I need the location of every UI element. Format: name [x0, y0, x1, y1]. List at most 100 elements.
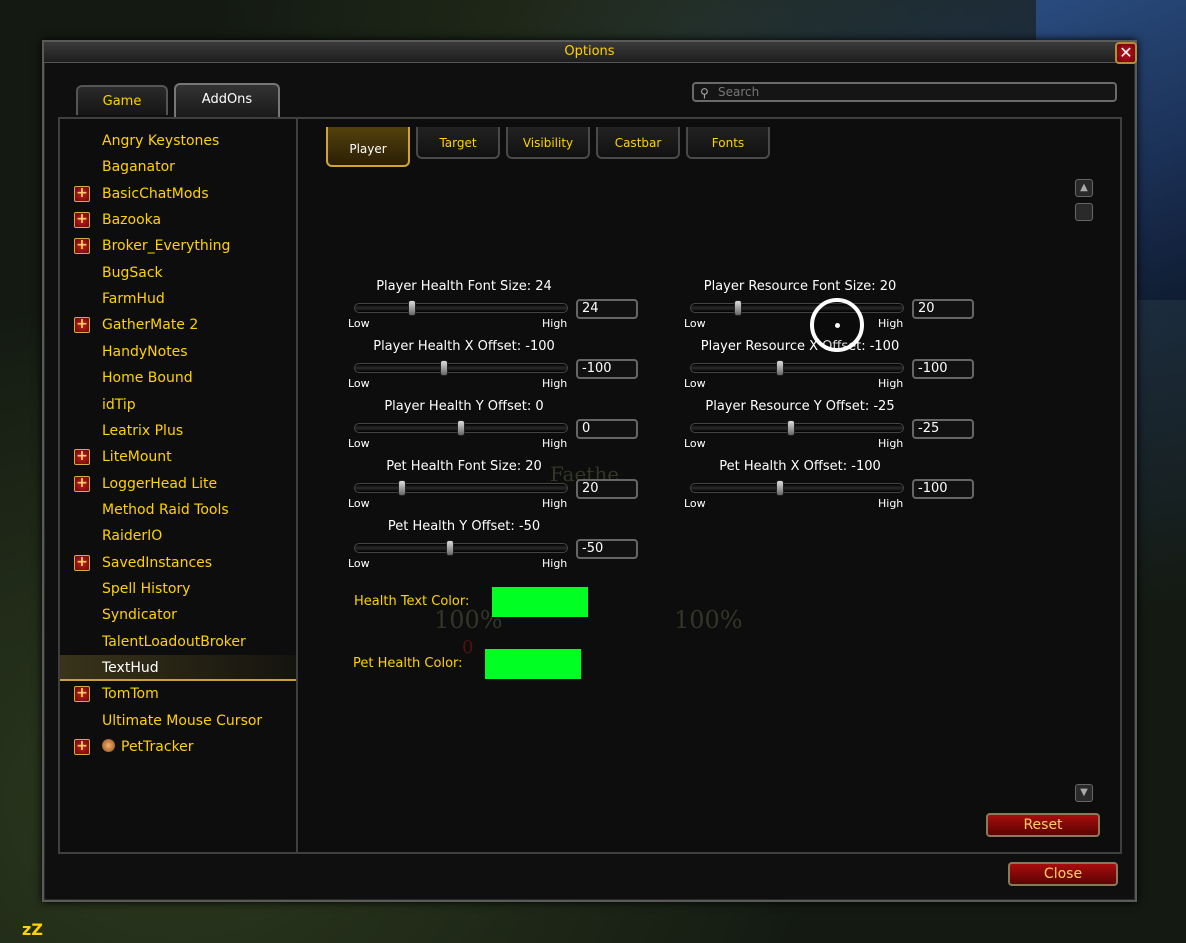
expand-plus-icon[interactable]: +: [74, 185, 90, 202]
expand-plus-icon[interactable]: +: [74, 317, 90, 334]
list-item[interactable]: + LiteMount: [60, 444, 296, 470]
tab-game[interactable]: Game: [76, 85, 168, 115]
list-item[interactable]: RaiderIO: [60, 523, 296, 549]
list-item[interactable]: + LoggerHead Lite: [60, 471, 296, 497]
health-text-color-swatch[interactable]: [492, 587, 588, 617]
slider-track[interactable]: [690, 480, 904, 496]
slider-thumb[interactable]: [446, 540, 455, 556]
list-item[interactable]: Ultimate Mouse Cursor: [60, 708, 296, 734]
bg-zero: 0: [462, 637, 474, 658]
pet-health-color-swatch[interactable]: [485, 649, 581, 679]
slider-value-input[interactable]: -100: [912, 359, 974, 379]
list-item[interactable]: + BasicChatMods: [60, 181, 296, 207]
slider-low-label: Low: [348, 377, 370, 390]
list-item[interactable]: Baganator: [60, 154, 296, 180]
list-item-label: PetTracker: [121, 739, 194, 756]
slider-thumb[interactable]: [786, 420, 795, 436]
list-item[interactable]: HandyNotes: [60, 339, 296, 365]
options-content: Angry Keystones Baganator + BasicChatMods + B…: [58, 117, 1122, 854]
subtab-visibility[interactable]: Visibility: [506, 127, 590, 159]
slider-track[interactable]: [690, 420, 904, 436]
slider-thumb[interactable]: [440, 360, 449, 376]
slider-value-input[interactable]: 0: [576, 419, 638, 439]
addon-list[interactable]: Angry Keystones Baganator + BasicChatMods + B…: [60, 119, 298, 852]
slider-track[interactable]: [354, 480, 568, 496]
slider-high-label: High: [542, 497, 568, 510]
subtab-fonts[interactable]: Fonts: [686, 127, 770, 159]
list-item[interactable]: Leatrix Plus: [60, 418, 296, 444]
list-item[interactable]: + GatherMate 2: [60, 312, 296, 338]
slider-thumb[interactable]: [776, 480, 785, 496]
list-item[interactable]: FarmHud: [60, 286, 296, 312]
list-item[interactable]: TalentLoadoutBroker: [60, 629, 296, 655]
list-item[interactable]: Spell History: [60, 576, 296, 602]
slider-track[interactable]: [690, 300, 904, 316]
slider-label: Player Resource Font Size: 20: [703, 279, 897, 294]
window-title: Options: [44, 42, 1135, 63]
list-item[interactable]: Method Raid Tools: [60, 497, 296, 523]
slider-label: Player Resource X Offset: -100: [700, 339, 900, 354]
list-item-label: BugSack: [102, 264, 163, 281]
expand-plus-icon[interactable]: +: [74, 475, 90, 492]
slider-thumb[interactable]: [733, 300, 742, 316]
list-item[interactable]: + TomTom: [60, 681, 296, 707]
scroll-down-icon[interactable]: ▼: [1075, 784, 1093, 802]
list-item[interactable]: + Broker_Everything: [60, 233, 296, 259]
expand-plus-icon[interactable]: +: [74, 212, 90, 229]
pet-health-color-label: Pet Health Color:: [353, 656, 463, 671]
close-icon[interactable]: ✕: [1115, 42, 1137, 64]
slider-thumb[interactable]: [776, 360, 785, 376]
slider-value-input[interactable]: -100: [912, 479, 974, 499]
slider-value-input[interactable]: 20: [576, 479, 638, 499]
slider-low-label: Low: [348, 497, 370, 510]
search-input[interactable]: ⚲ Search: [692, 82, 1117, 102]
slider-thumb[interactable]: [457, 420, 465, 436]
subtab-castbar[interactable]: Castbar: [596, 127, 680, 159]
slider-track[interactable]: [690, 360, 904, 376]
slider-track[interactable]: [354, 360, 568, 376]
list-item[interactable]: Home Bound: [60, 365, 296, 391]
slider-value-input[interactable]: -50: [576, 539, 638, 559]
list-item[interactable]: idTip: [60, 392, 296, 418]
slider-label: Player Health Font Size: 24: [376, 279, 552, 294]
list-item[interactable]: Syndicator: [60, 602, 296, 628]
list-item[interactable]: TextHud: [60, 655, 296, 681]
health-text-color-label: Health Text Color:: [354, 594, 470, 609]
expand-plus-icon[interactable]: +: [74, 739, 90, 756]
tab-addons[interactable]: AddOns: [174, 83, 280, 117]
list-item[interactable]: Angry Keystones: [60, 128, 296, 154]
scroll-up-icon[interactable]: ▲: [1075, 179, 1093, 197]
slider-thumb[interactable]: [397, 480, 406, 496]
expand-plus-icon[interactable]: +: [74, 554, 90, 571]
slider-label: Pet Health X Offset: -100: [719, 459, 881, 474]
slider-low-label: Low: [348, 437, 370, 450]
list-item-label: SavedInstances: [102, 554, 213, 571]
list-item-label: Ultimate Mouse Cursor: [102, 712, 263, 729]
slider-low-label: Low: [348, 317, 370, 330]
slider-track[interactable]: [354, 420, 568, 436]
list-item-label: Spell History: [102, 580, 191, 597]
list-item-label: Bazooka: [102, 212, 162, 229]
slider-value-input[interactable]: -25: [912, 419, 974, 439]
slider-value-input[interactable]: 20: [912, 299, 974, 319]
slider-thumb[interactable]: [408, 300, 417, 316]
subtab-target[interactable]: Target: [416, 127, 500, 159]
close-button[interactable]: Close: [1008, 862, 1118, 886]
slider-track[interactable]: [354, 300, 568, 316]
subtab-player[interactable]: Player: [326, 127, 410, 167]
list-item[interactable]: + SavedInstances: [60, 550, 296, 576]
expand-plus-icon[interactable]: +: [74, 686, 90, 703]
scroll-thumb[interactable]: [1075, 203, 1093, 221]
reset-button[interactable]: Reset: [986, 813, 1100, 837]
slider-label: Player Health X Offset: -100: [373, 339, 555, 354]
slider-value-input[interactable]: 24: [576, 299, 638, 319]
slider-track[interactable]: [354, 540, 568, 556]
expand-plus-icon[interactable]: +: [74, 238, 90, 255]
list-item[interactable]: BugSack: [60, 260, 296, 286]
list-item-label: HandyNotes: [102, 343, 188, 360]
list-item-label: GatherMate 2: [102, 317, 199, 334]
slider-value-input[interactable]: -100: [576, 359, 638, 379]
list-item[interactable]: + Bazooka: [60, 207, 296, 233]
list-item[interactable]: + PetTracker: [60, 734, 296, 760]
expand-plus-icon[interactable]: +: [74, 449, 90, 466]
